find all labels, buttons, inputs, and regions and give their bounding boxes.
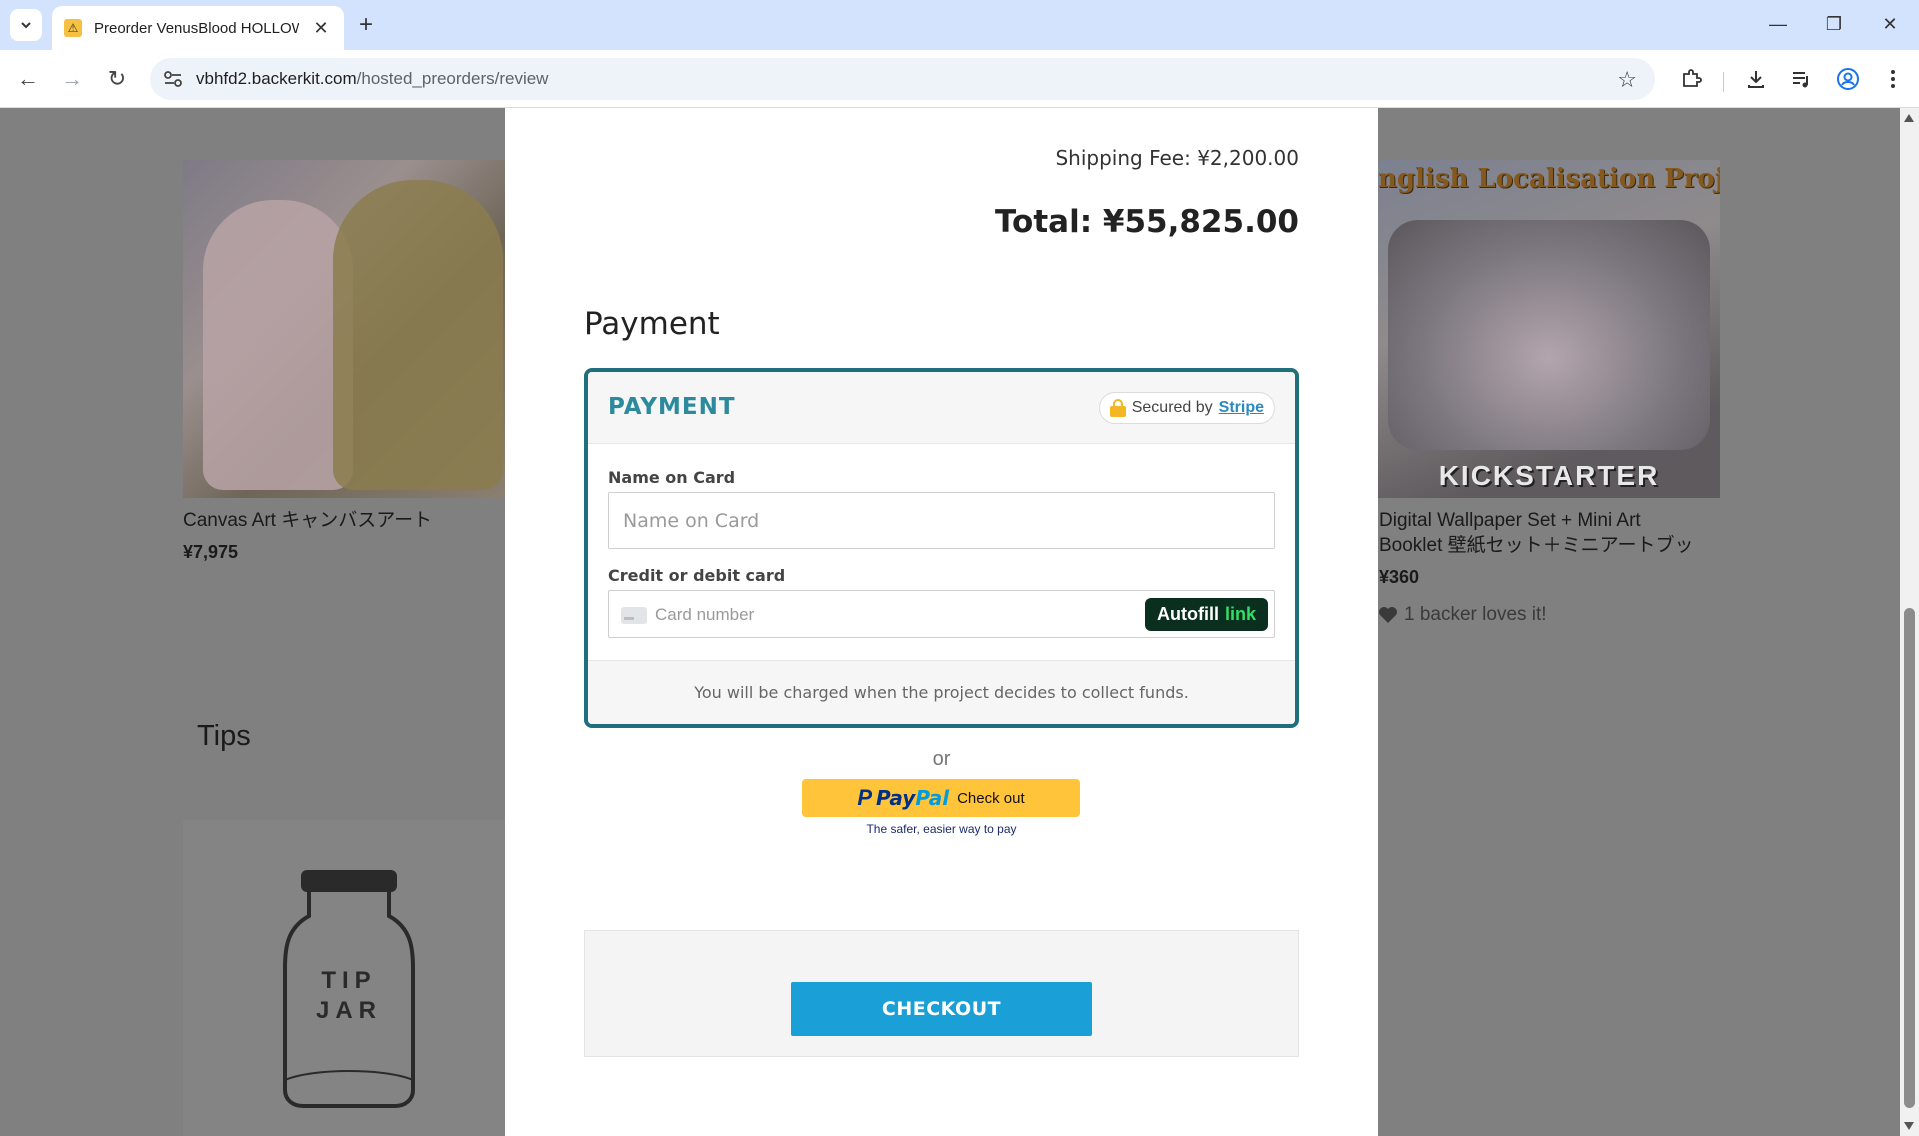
product-price: ¥360 [1379, 567, 1420, 587]
chevron-down-icon [21, 22, 31, 29]
new-tab-button[interactable]: + [352, 11, 380, 39]
browser-tab-active[interactable]: ⚠ Preorder VenusBlood HOLLOW ✕ [52, 6, 344, 50]
minimize-icon[interactable]: — [1758, 10, 1798, 38]
payment-heading: Payment [584, 306, 720, 342]
wallpaper-set-image[interactable]: nglish Localisation Proje KICKSTARTER [1378, 160, 1720, 498]
product-name-line: Booklet 壁紙セット＋ミニアートブッ [1379, 535, 1694, 556]
stripe-link[interactable]: Stripe [1219, 399, 1264, 417]
toolbar-separator [1723, 72, 1724, 92]
paypal-logo-pal: Pal [915, 786, 950, 810]
tip-jar-line: JAR [315, 997, 382, 1024]
product-name[interactable]: Canvas Art キャンバスアート [183, 508, 432, 533]
forward-icon[interactable]: → [56, 63, 88, 95]
checkout-button[interactable]: CHECKOUT [791, 982, 1092, 1036]
paypal-icon: P [857, 785, 873, 810]
site-favicon-icon: ⚠ [64, 19, 82, 37]
tip-jar-card[interactable]: TIP JAR [183, 820, 505, 1136]
name-on-card-label: Name on Card [608, 468, 736, 487]
image-banner-text: nglish Localisation Proje [1378, 164, 1720, 194]
checkout-panel: CHECKOUT [584, 930, 1299, 1057]
canvas-art-image[interactable] [183, 160, 505, 498]
bookmark-star-icon[interactable]: ☆ [1617, 67, 1637, 93]
name-on-card-input[interactable] [608, 492, 1275, 549]
profile-icon[interactable] [1833, 64, 1863, 94]
tips-heading: Tips [197, 720, 251, 752]
scroll-up-arrow-icon[interactable] [1904, 114, 1914, 122]
loves-count: 1 backer loves it! [1378, 604, 1547, 626]
browser-tabstrip: ⚠ Preorder VenusBlood HOLLOW ✕ + — ❐ ✕ [0, 0, 1919, 50]
back-icon[interactable]: ← [12, 63, 44, 95]
media-controls-icon[interactable] [1786, 64, 1816, 94]
tab-title: Preorder VenusBlood HOLLOW [94, 19, 299, 37]
autofill-link-button[interactable]: Autofill link [1145, 598, 1268, 631]
checkout-modal: Shipping Fee: ¥2,200.00 Total: ¥55,825.0… [505, 108, 1378, 1136]
paypal-logo: PayPal [876, 786, 949, 810]
address-bar[interactable]: vbhfd2.backerkit.com/hosted_preorders/re… [150, 58, 1655, 100]
close-tab-icon[interactable]: ✕ [310, 18, 332, 39]
order-total: Total: ¥55,825.00 [995, 204, 1299, 240]
card-number-input[interactable] [655, 601, 1095, 629]
tip-jar-label: TIP JAR [283, 966, 415, 1026]
site-info-icon[interactable] [162, 68, 184, 90]
shipping-fee: Shipping Fee: ¥2,200.00 [1055, 146, 1299, 170]
lock-icon [1109, 399, 1126, 417]
card-label: Credit or debit card [608, 566, 786, 585]
url-path: /hosted_preorders/review [356, 69, 549, 88]
extensions-icon[interactable] [1676, 64, 1706, 94]
reload-icon[interactable]: ↻ [101, 63, 133, 95]
tip-jar-line: TIP [321, 967, 377, 994]
artwork-characters [1388, 220, 1710, 450]
secured-by-text: Secured by [1131, 399, 1213, 416]
paypal-tagline: The safer, easier way to pay [866, 822, 1017, 836]
scroll-down-arrow-icon[interactable] [1904, 1122, 1914, 1130]
product-price: ¥7,975 [183, 542, 239, 562]
credit-card-icon [621, 607, 647, 624]
kickstarter-badge: KICKSTARTER [1438, 460, 1660, 491]
secured-by-badge: Secured by Stripe [1098, 392, 1275, 424]
page-scrollbar[interactable] [1900, 108, 1919, 1136]
stripe-payment-form: PAYMENT Secured by Stripe Name on Card C… [584, 368, 1299, 728]
paypal-logo-pay: Pay [876, 786, 916, 810]
heart-icon[interactable] [1378, 606, 1398, 624]
artwork-figure [203, 200, 353, 490]
url-text: vbhfd2.backerkit.com/hosted_preorders/re… [196, 69, 548, 89]
paypal-check-out-text: Check out [957, 789, 1025, 807]
paypal-checkout-button[interactable]: P PayPal Check out [802, 779, 1080, 817]
scroll-thumb[interactable] [1904, 608, 1915, 1108]
card-number-field[interactable]: Autofill link [608, 590, 1275, 638]
close-window-icon[interactable]: ✕ [1870, 10, 1910, 38]
tab-search-button[interactable] [10, 9, 42, 41]
or-divider: or [932, 748, 951, 770]
menu-kebab-icon[interactable] [1878, 64, 1908, 94]
product-name[interactable]: Digital Wallpaper Set + Mini Art Booklet… [1379, 508, 1694, 558]
link-brand-text: link [1224, 604, 1256, 624]
loves-text: 1 backer loves it! [1404, 604, 1547, 625]
stripe-form-header: PAYMENT Secured by Stripe [588, 372, 1295, 444]
artwork-figure [333, 180, 503, 490]
autofill-text: Autofill [1157, 604, 1219, 624]
product-name-line: Digital Wallpaper Set + Mini Art [1379, 510, 1641, 531]
restore-icon[interactable]: ❐ [1814, 10, 1854, 38]
download-icon[interactable] [1741, 64, 1771, 94]
charge-notice: You will be charged when the project dec… [588, 660, 1295, 724]
browser-toolbar: ← → ↻ vbhfd2.backerkit.com/hosted_preord… [0, 50, 1919, 108]
page-content: Canvas Art キャンバスアート ¥7,975 nglish Locali… [0, 108, 1900, 1136]
url-host: vbhfd2.backerkit.com [196, 69, 357, 88]
stripe-form-title: PAYMENT [608, 394, 736, 420]
